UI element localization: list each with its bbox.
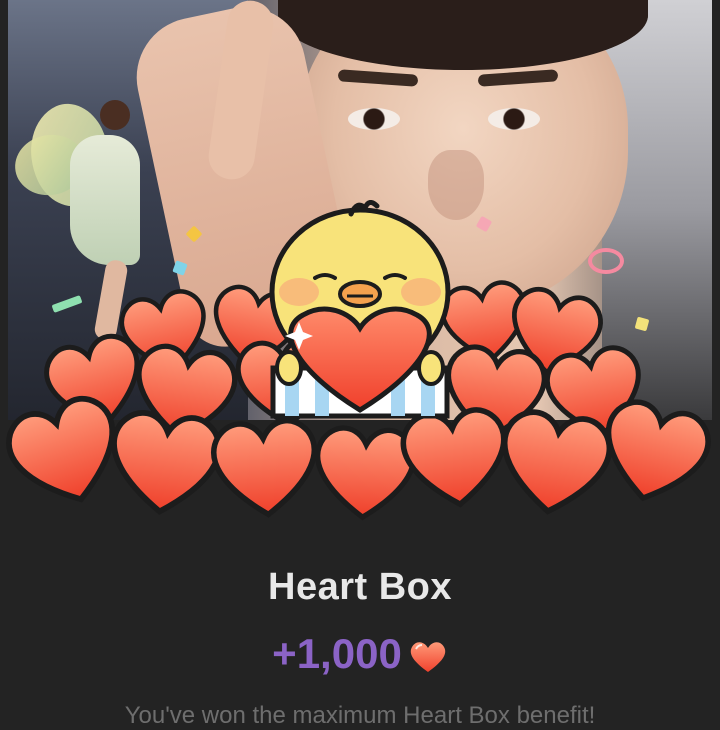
benefit-message: You've won the maximum Heart Box benefit… — [124, 702, 596, 729]
fairy-head — [100, 100, 130, 130]
photo-eye-left — [348, 108, 400, 130]
chick-mascot — [255, 200, 465, 420]
photo-eye-right — [488, 108, 540, 130]
reward-amount: +1,000 — [272, 630, 402, 677]
reward-amount-row: +1,000 — [0, 630, 720, 678]
heart-icon — [408, 636, 448, 672]
dialog-title: Heart Box — [268, 566, 452, 608]
